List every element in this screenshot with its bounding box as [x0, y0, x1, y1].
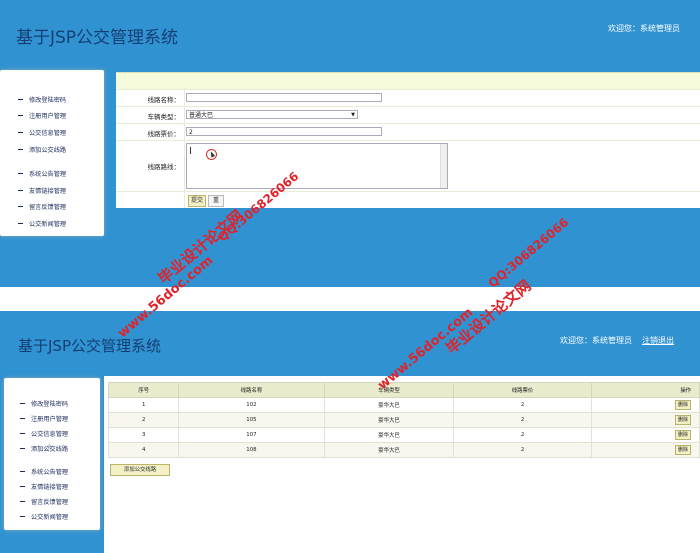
- sidebar-item-users[interactable]: 注册用户管理: [18, 108, 66, 125]
- cursor-marker-icon: [206, 149, 217, 160]
- chevron-down-icon: ▼: [351, 112, 355, 118]
- vehicle-type-label: 车辆类型：: [147, 113, 181, 121]
- sidebar-item-add-route[interactable]: 添加公交线路: [20, 441, 68, 456]
- sidebar-item-links[interactable]: 友情链接管理: [20, 479, 68, 494]
- sidebar-item-bus-info[interactable]: 公交信息管理: [20, 426, 68, 441]
- col-header-index: 序号: [107, 382, 180, 398]
- delete-button[interactable]: 删除: [674, 445, 691, 455]
- col-header-action: 操作: [590, 382, 700, 398]
- screenshot-divider: [0, 287, 700, 311]
- bottom-app-title: 基于JSP公交管理系统: [18, 337, 161, 355]
- sidebar-item-change-password[interactable]: 修改登陆密码: [20, 396, 68, 411]
- delete-button[interactable]: 删除: [674, 430, 691, 440]
- sidebar-item-news[interactable]: 公交新闻管理: [20, 509, 68, 524]
- bottom-welcome-text: 欢迎您：系统管理员: [560, 336, 632, 345]
- sidebar-item-change-password[interactable]: 修改登陆密码: [18, 91, 66, 108]
- col-header-name: 线路名称: [178, 382, 325, 398]
- route-path-textarea[interactable]: [186, 143, 448, 189]
- sidebar-item-users[interactable]: 注册用户管理: [20, 411, 68, 426]
- route-table-wrap: 序号 线路名称 车辆类型 线路票价 操作 1 102 豪华大巴 2 删除 2 1…: [107, 382, 700, 458]
- delete-button[interactable]: 删除: [674, 400, 691, 410]
- table-row: 4 108 豪华大巴 2 删除: [107, 442, 700, 458]
- form-row-route-name: 线路名称：: [116, 89, 700, 106]
- table-header-row: 序号 线路名称 车辆类型 线路票价 操作: [107, 382, 700, 398]
- form-row-route-path: 线路路线：: [116, 140, 700, 191]
- form-row-actions: 提交 重: [116, 191, 700, 209]
- route-table: 序号 线路名称 车辆类型 线路票价 操作 1 102 豪华大巴 2 删除 2 1…: [107, 382, 700, 458]
- sidebar-item-add-route[interactable]: 添加公交线路: [18, 141, 66, 158]
- delete-button[interactable]: 删除: [674, 415, 691, 425]
- route-name-input[interactable]: [186, 93, 382, 102]
- price-input[interactable]: 2: [186, 127, 382, 136]
- bottom-sidebar: 修改登陆密码 注册用户管理 公交信息管理 添加公交线路 系统公告管理 友情链接管…: [4, 378, 100, 530]
- sidebar-item-feedback[interactable]: 留言反馈管理: [18, 199, 66, 216]
- sidebar-item-feedback[interactable]: 留言反馈管理: [20, 494, 68, 509]
- submit-button[interactable]: 提交: [188, 195, 206, 207]
- add-route-button[interactable]: 添加公交线路: [110, 464, 170, 476]
- form-row-price: 线路票价： 2: [116, 123, 700, 140]
- hand-cursor-icon: ☝: [46, 443, 52, 453]
- form-row-vehicle-type: 车辆类型： 普通大巴 ▼: [116, 106, 700, 123]
- top-welcome-text: 欢迎您：系统管理员: [608, 24, 680, 33]
- textarea-scrollbar[interactable]: [440, 144, 447, 188]
- top-app-title: 基于JSP公交管理系统: [16, 28, 179, 48]
- table-row: 1 102 豪华大巴 2 删除: [107, 397, 700, 413]
- sidebar-item-links[interactable]: 友情链接管理: [18, 182, 66, 199]
- logout-link[interactable]: 注销退出: [642, 335, 674, 346]
- price-label: 线路票价：: [147, 130, 181, 138]
- route-name-label: 线路名称：: [147, 96, 181, 104]
- sidebar-item-notice[interactable]: 系统公告管理: [20, 464, 68, 479]
- sidebar-item-news[interactable]: 公交新闻管理: [18, 215, 66, 232]
- table-row: 2 105 豪华大巴 2 删除: [107, 412, 700, 428]
- add-route-form: 线路名称： 车辆类型： 普通大巴 ▼ 线路票价： 2 线路路线： 提交 重: [116, 72, 700, 208]
- top-sidebar: 修改登陆密码 注册用户管理 公交信息管理 添加公交线路 系统公告管理 友情链接管…: [0, 70, 104, 236]
- reset-button[interactable]: 重: [208, 195, 224, 207]
- vehicle-type-select[interactable]: 普通大巴 ▼: [186, 110, 358, 119]
- sidebar-item-notice[interactable]: 系统公告管理: [18, 165, 66, 182]
- table-row: 3 107 豪华大巴 2 删除: [107, 427, 700, 443]
- sidebar-item-bus-info[interactable]: 公交信息管理: [18, 124, 66, 141]
- form-header-strip: [116, 72, 700, 89]
- col-header-price: 线路票价: [453, 382, 592, 398]
- route-path-label: 线路路线：: [147, 163, 181, 171]
